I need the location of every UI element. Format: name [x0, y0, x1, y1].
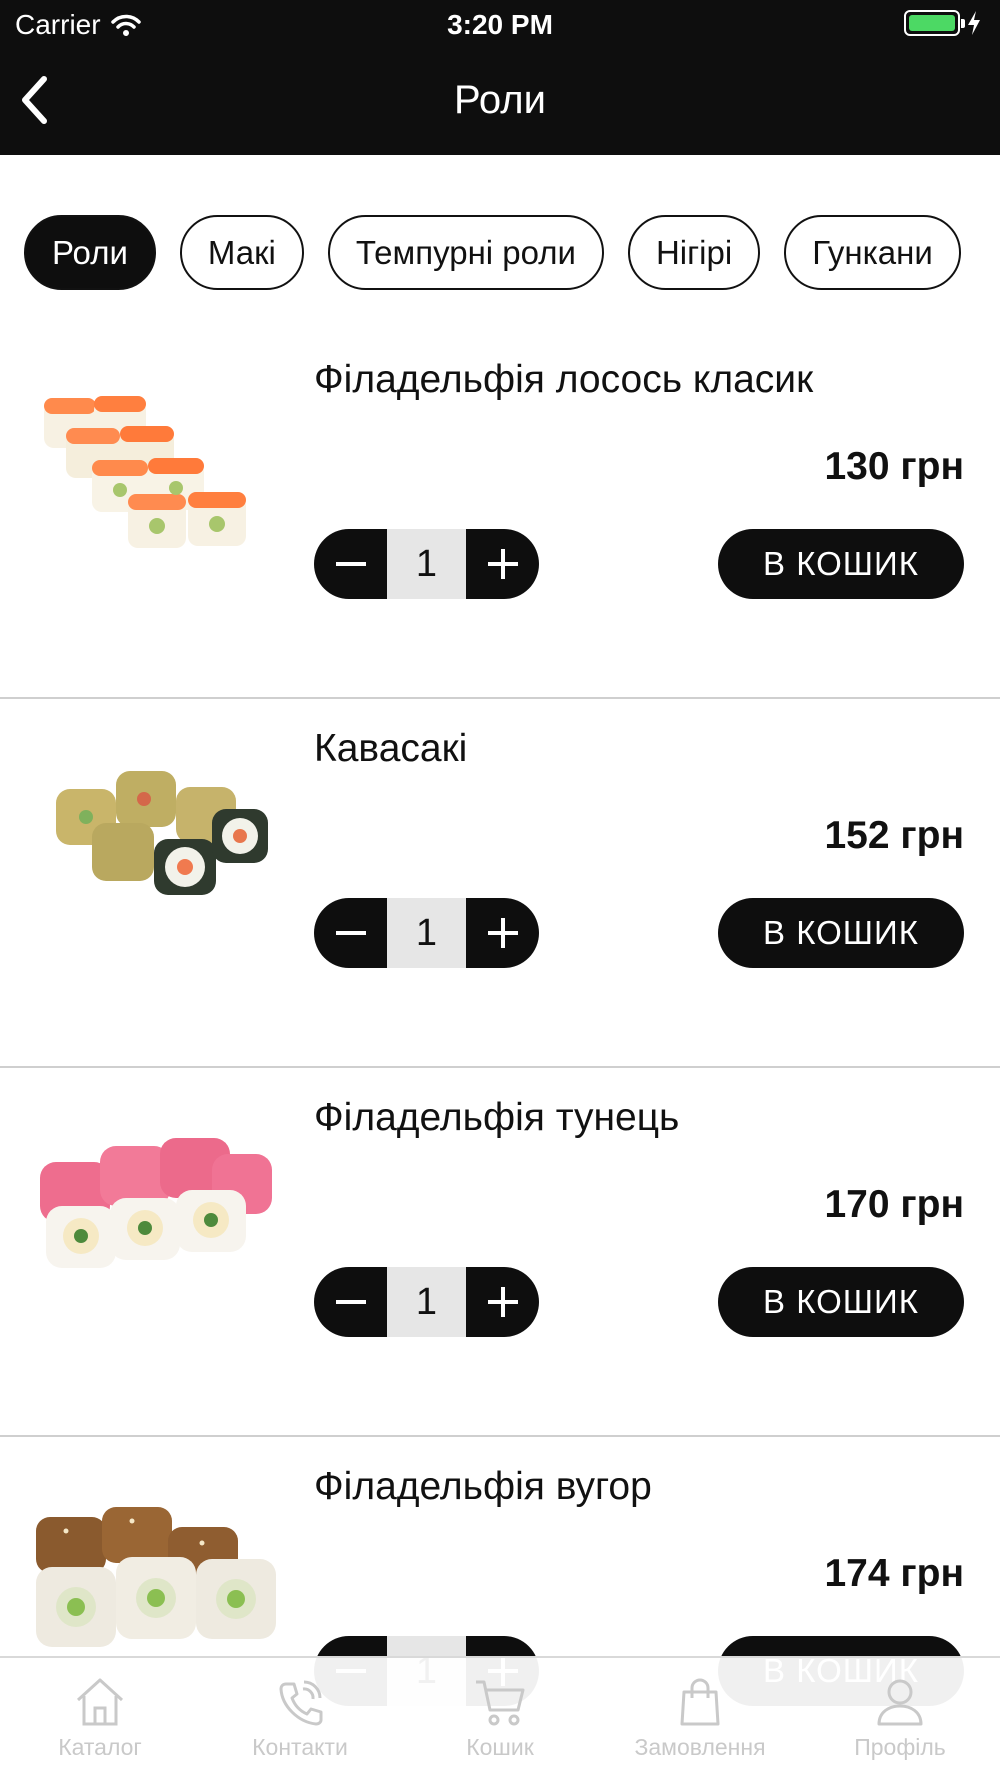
quantity-value: 1 [387, 1267, 466, 1337]
add-to-cart-button[interactable]: В КОШИК [718, 898, 964, 968]
phone-icon [279, 1680, 323, 1726]
user-icon [877, 1679, 923, 1726]
page-title: Роли [454, 78, 546, 122]
decrease-button[interactable] [314, 1267, 387, 1337]
chip-maki[interactable]: Макі [179, 215, 304, 290]
chip-gunkan[interactable]: Гункани [784, 215, 961, 290]
product-name[interactable]: Філадельфія тунець [314, 1096, 679, 1140]
decrease-button[interactable] [314, 898, 387, 968]
product-price: 152 грн [824, 814, 964, 857]
product-price: 130 грн [824, 445, 964, 488]
minus-icon [335, 931, 366, 935]
product-name[interactable]: Філадельфія лосось класик [314, 358, 813, 402]
minus-icon [335, 562, 366, 566]
product-card: Філадельфія тунець 170 грн 1 В КОШИК [0, 1068, 1000, 1437]
product-list: Філадельфія лосось класик 130 грн 1 В КО… [0, 330, 1000, 1778]
status-time: 3:20 PM [447, 9, 553, 40]
quantity-stepper: 1 [314, 1267, 539, 1337]
tab-catalog[interactable]: Каталог [0, 1658, 200, 1778]
status-bar: Carrier 3:20 PM [0, 0, 1000, 50]
tab-label: Замовлення [634, 1734, 766, 1760]
tab-cart[interactable]: Кошик [400, 1658, 600, 1778]
quantity-stepper: 1 [314, 898, 539, 968]
tab-contacts[interactable]: Контакти [200, 1658, 400, 1778]
product-card: Філадельфія лосось класик 130 грн 1 В КО… [0, 330, 1000, 699]
tab-orders[interactable]: Замовлення [600, 1658, 800, 1778]
quantity-value: 1 [387, 898, 466, 968]
product-name[interactable]: Кавасакі [314, 727, 467, 771]
tuna-roll-image[interactable] [36, 1118, 276, 1298]
bag-icon [680, 1678, 720, 1726]
quantity-value: 1 [387, 529, 466, 599]
chip-tempura[interactable]: Темпурні роли [327, 215, 604, 290]
quantity-stepper: 1 [314, 529, 539, 599]
plus-icon [487, 918, 518, 948]
charging-icon [968, 11, 980, 35]
salmon-roll-image[interactable] [36, 380, 276, 560]
tempura-roll-image[interactable] [36, 749, 276, 929]
plus-icon [487, 549, 518, 579]
increase-button[interactable] [466, 529, 539, 599]
product-price: 170 грн [824, 1183, 964, 1226]
tab-label: Кошик [466, 1734, 534, 1760]
battery-icon [904, 10, 965, 36]
chip-roly[interactable]: Роли [24, 215, 156, 290]
minus-icon [335, 1300, 366, 1304]
add-to-cart-button[interactable]: В КОШИК [718, 1267, 964, 1337]
tab-label: Профіль [854, 1734, 946, 1760]
tab-label: Контакти [252, 1734, 348, 1760]
increase-button[interactable] [466, 898, 539, 968]
category-chips: Роли Макі Темпурні роли Нігірі Гункани [0, 215, 1000, 290]
tab-bar: Каталог Контакти Кошик Замовлення Профіл… [0, 1656, 1000, 1778]
home-icon [76, 1678, 124, 1726]
decrease-button[interactable] [314, 529, 387, 599]
product-card: Кавасакі 152 грн 1 В КОШИК [0, 699, 1000, 1068]
product-price: 174 грн [824, 1552, 964, 1595]
top-bar: Carrier 3:20 PM Роли [0, 0, 1000, 155]
tab-label: Каталог [58, 1734, 142, 1760]
plus-icon [487, 1287, 518, 1317]
eel-roll-image[interactable] [36, 1487, 276, 1667]
tab-profile[interactable]: Профіль [800, 1658, 1000, 1778]
add-to-cart-button[interactable]: В КОШИК [718, 529, 964, 599]
cart-icon [476, 1680, 525, 1726]
battery-indicator [904, 10, 982, 36]
product-name[interactable]: Філадельфія вугор [314, 1465, 652, 1509]
increase-button[interactable] [466, 1267, 539, 1337]
chip-nigiri[interactable]: Нігірі [627, 215, 761, 290]
